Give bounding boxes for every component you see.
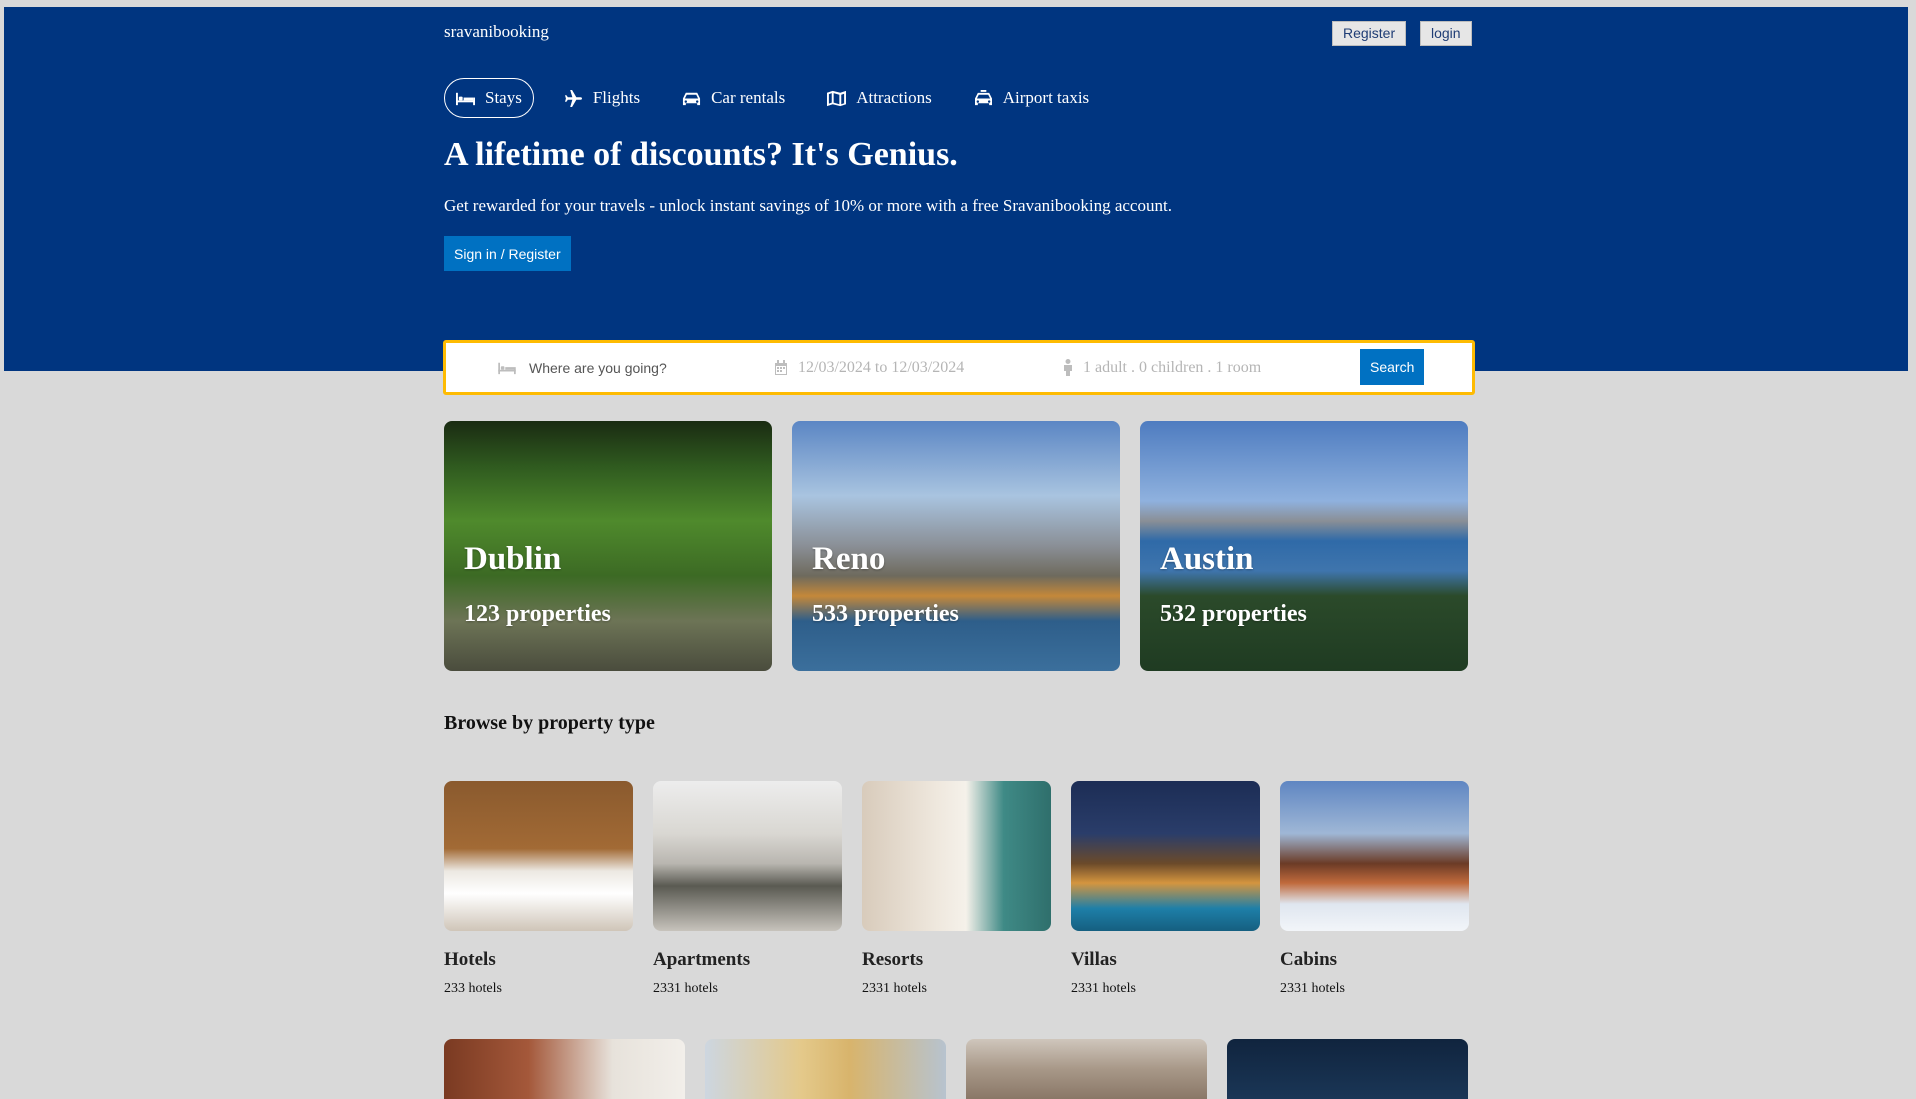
person-icon [1064,359,1072,376]
tab-label: Stays [485,88,522,107]
property-type-count: 233 hotels [444,981,502,996]
destination-input[interactable] [527,358,751,377]
date-field[interactable]: 12/03/2024 to 12/03/2024 [774,359,964,377]
property-type-count: 2331 hotels [1280,981,1345,996]
property-type-count: 2331 hotels [653,981,718,996]
property-type-count: 2331 hotels [862,981,927,996]
property-card-photo[interactable] [444,1039,685,1099]
featured-property-count: 532 properties [1160,601,1307,627]
featured-property-count: 533 properties [812,601,959,627]
property-type-resorts[interactable]: Resorts 2331 hotels [862,781,1051,997]
calendar-icon [775,360,787,375]
featured-card-reno[interactable]: Reno 533 properties [792,421,1120,671]
property-type-villas[interactable]: Villas 2331 hotels [1071,781,1260,997]
search-bar: 12/03/2024 to 12/03/2024 1 adult . 0 chi… [443,340,1475,395]
property-type-name: Villas [1071,949,1117,970]
apartments-photo [653,781,842,931]
tab-car-rentals[interactable]: Car rentals [670,78,797,118]
taxi-icon [974,89,992,105]
property-type-hotels[interactable]: Hotels 233 hotels [444,781,633,997]
top-strip [0,0,1916,7]
featured-cities: Dublin 123 properties Reno 533 propertie… [444,421,1468,671]
property-type-name: Hotels [444,949,496,970]
brand-logo[interactable]: sravanibooking [444,22,549,42]
property-types-heading: Browse by property type [444,712,655,734]
map-icon [827,90,847,106]
property-type-apartments[interactable]: Apartments 2331 hotels [653,781,842,997]
search-button[interactable]: Search [1360,349,1425,385]
featured-card-dublin[interactable]: Dublin 123 properties [444,421,772,671]
guests-field[interactable]: 1 adult . 0 children . 1 room [1063,359,1261,377]
login-button[interactable]: login [1420,21,1472,46]
plane-icon [564,89,582,107]
hero-subtitle: Get rewarded for your travels - unlock i… [444,196,1172,215]
tab-attractions[interactable]: Attractions [815,78,944,118]
tab-label: Flights [592,88,641,107]
hero-title: A lifetime of discounts? It's Genius. [444,136,958,173]
date-range-text: 12/03/2024 to 12/03/2024 [798,358,965,376]
villas-photo [1071,781,1260,931]
tab-label: Airport taxis [1002,88,1090,107]
property-type-name: Apartments [653,949,751,970]
tab-label: Car rentals [711,88,786,107]
nav-tabs: Stays Flights Car rentals Attractions Ai… [444,78,1119,118]
tab-flights[interactable]: Flights [552,78,652,118]
resorts-photo [862,781,1051,931]
destination-field-wrapper [497,358,751,377]
tab-airport-taxis[interactable]: Airport taxis [962,78,1101,118]
property-card-photo[interactable] [966,1039,1207,1099]
register-button[interactable]: Register [1332,21,1407,46]
sign-in-register-button[interactable]: Sign in / Register [444,236,571,271]
tab-stays[interactable]: Stays [444,78,534,118]
property-type-name: Cabins [1280,949,1338,970]
more-property-cards [444,1039,1468,1099]
cabins-photo [1280,781,1469,931]
property-card-photo[interactable] [1227,1039,1468,1099]
hero-banner [4,7,1908,371]
property-types-list: Hotels 233 hotels Apartments 2331 hotels… [444,781,1469,997]
property-type-count: 2331 hotels [1071,981,1136,996]
property-type-name: Resorts [862,949,924,970]
featured-city-name: Dublin [464,541,562,577]
hotels-photo [444,781,633,931]
featured-city-name: Reno [812,541,886,577]
bed-icon [456,92,475,105]
property-type-cabins[interactable]: Cabins 2331 hotels [1280,781,1469,997]
featured-city-name: Austin [1160,541,1254,577]
bed-icon [498,362,516,374]
property-card-photo[interactable] [705,1039,946,1099]
featured-card-austin[interactable]: Austin 532 properties [1140,421,1468,671]
tab-label: Attractions [856,88,932,107]
guests-text: 1 adult . 0 children . 1 room [1083,358,1262,376]
car-icon [683,92,701,105]
featured-property-count: 123 properties [464,601,611,627]
